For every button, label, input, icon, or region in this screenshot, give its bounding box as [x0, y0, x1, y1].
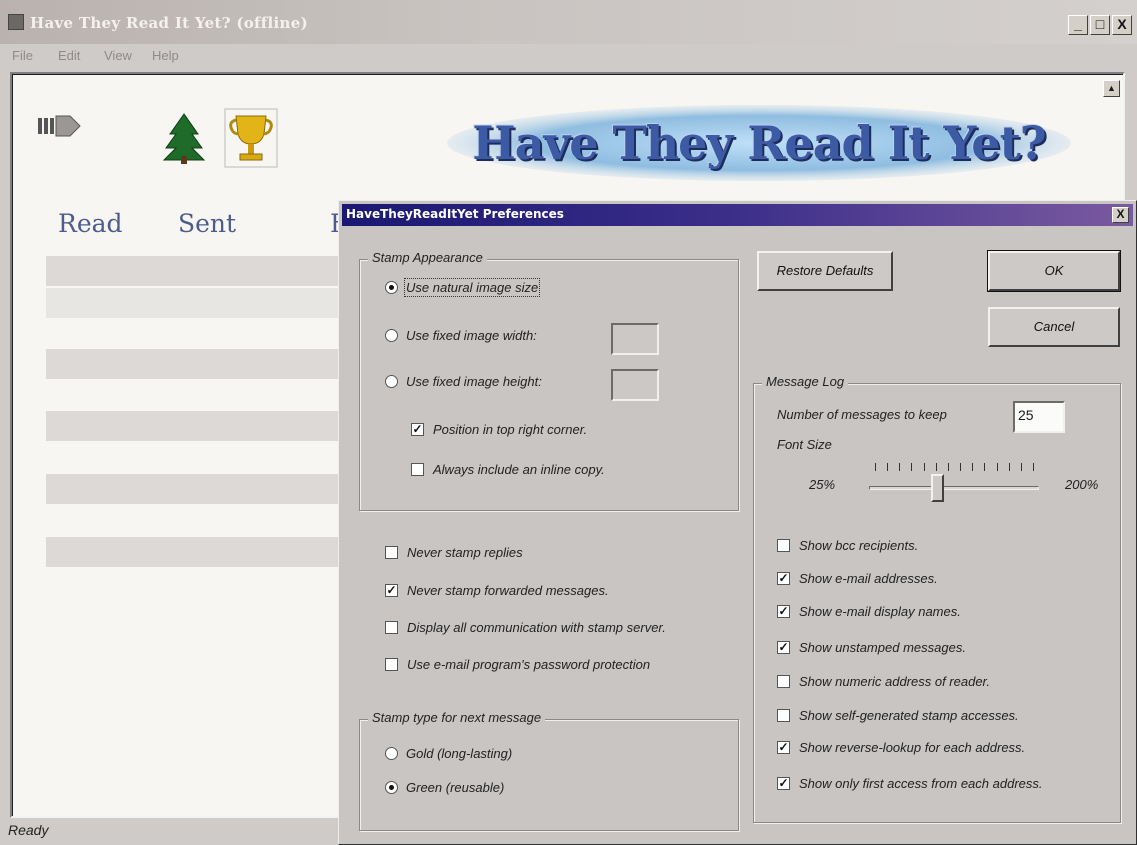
slider-tick: [1020, 463, 1022, 471]
empty-checkbox-icon[interactable]: [777, 675, 790, 689]
show-first-access-checkbox[interactable]: ✓ Show only first access from each addres…: [777, 775, 1043, 795]
list-row[interactable]: [46, 411, 346, 441]
cancel-button[interactable]: Cancel: [988, 307, 1120, 347]
password-protection-checkbox[interactable]: Use e-mail program's password protection: [385, 656, 650, 676]
radio-icon[interactable]: [385, 747, 398, 761]
menu-file[interactable]: File: [12, 48, 33, 63]
list-row[interactable]: [46, 256, 346, 286]
empty-checkbox-icon[interactable]: [777, 709, 790, 723]
slider-tick: [887, 463, 889, 471]
show-unstamped-checkbox[interactable]: ✓ Show unstamped messages.: [777, 639, 966, 659]
slider-tick: [911, 463, 913, 471]
menu-help[interactable]: Help: [152, 48, 179, 63]
slider-tick: [935, 463, 937, 471]
menu-bar: File Edit View Help: [0, 44, 1137, 70]
show-display-names-checkbox[interactable]: ✓ Show e-mail display names.: [777, 603, 961, 623]
fixed-width-input[interactable]: [611, 323, 659, 355]
minimize-button[interactable]: _: [1068, 15, 1088, 35]
slider-tick: [875, 463, 876, 471]
fixed-height-input[interactable]: [611, 369, 659, 401]
position-top-right-checkbox[interactable]: ✓ Position in top right corner.: [411, 421, 587, 441]
green-stamp-radio[interactable]: Green (reusable): [385, 779, 504, 799]
list-row[interactable]: [46, 474, 346, 504]
slider-tick: [1033, 463, 1034, 471]
ok-button[interactable]: OK: [987, 250, 1121, 292]
list-row[interactable]: [46, 537, 346, 567]
messages-to-keep-label: Number of messages to keep: [777, 407, 947, 422]
message-log-label: Message Log: [762, 374, 849, 389]
font-size-slider-thumb[interactable]: [931, 474, 944, 502]
empty-checkbox-icon[interactable]: [385, 621, 398, 635]
slider-tick: [899, 463, 901, 471]
font-size-max-label: 200%: [1065, 477, 1099, 492]
menu-edit[interactable]: Edit: [58, 48, 80, 63]
menu-view[interactable]: View: [104, 48, 132, 63]
maximize-button[interactable]: □: [1090, 15, 1110, 35]
empty-checkbox-icon[interactable]: [385, 546, 398, 560]
empty-checkbox-icon[interactable]: [777, 539, 790, 553]
preferences-dialog: HaveTheyReadItYet Preferences X Stamp Ap…: [338, 200, 1137, 845]
slider-tick: [1008, 463, 1010, 471]
show-self-generated-checkbox[interactable]: Show self-generated stamp accesses.: [777, 707, 1019, 727]
banner-title: Have They Read It Yet?: [472, 116, 1047, 170]
scroll-up-arrow[interactable]: ▲: [1103, 80, 1120, 97]
main-title-bar: Have They Read It Yet? (offline) _ □ X: [0, 0, 1137, 44]
messages-to-keep-input[interactable]: 25: [1013, 401, 1065, 433]
never-stamp-replies-checkbox[interactable]: Never stamp replies: [385, 544, 523, 564]
checkmark-icon[interactable]: ✓: [777, 641, 790, 655]
radio-icon[interactable]: [385, 329, 398, 343]
close-button[interactable]: X: [1112, 15, 1132, 35]
natural-size-radio[interactable]: Use natural image size: [385, 278, 541, 299]
never-stamp-forwarded-checkbox[interactable]: ✓ Never stamp forwarded messages.: [385, 582, 609, 602]
slider-tick: [947, 463, 949, 471]
dialog-title-bar: HaveTheyReadItYet Preferences X: [342, 204, 1133, 226]
app-icon[interactable]: [8, 14, 24, 30]
empty-checkbox-icon[interactable]: [385, 658, 398, 672]
column-sent-header[interactable]: Sent: [178, 209, 236, 238]
dialog-close-button[interactable]: X: [1112, 207, 1129, 223]
slider-tick: [996, 463, 998, 471]
stamp-type-group: Stamp type for next message: [359, 710, 739, 831]
show-numeric-address-checkbox[interactable]: Show numeric address of reader.: [777, 673, 990, 693]
radio-selected-icon[interactable]: [385, 281, 398, 295]
forward-arrow-icon[interactable]: [38, 112, 84, 140]
list-row[interactable]: [46, 288, 346, 318]
slider-tick: [923, 463, 925, 471]
show-email-addresses-checkbox[interactable]: ✓ Show e-mail addresses.: [777, 570, 938, 590]
stamp-appearance-label: Stamp Appearance: [368, 250, 487, 265]
checkmark-icon[interactable]: ✓: [777, 605, 790, 619]
list-row[interactable]: [46, 349, 346, 379]
slider-tick: [972, 463, 974, 471]
font-size-label: Font Size: [777, 437, 832, 452]
fixed-width-radio[interactable]: Use fixed image width:: [385, 327, 537, 347]
inline-copy-checkbox[interactable]: Always include an inline copy.: [411, 461, 605, 481]
checkmark-icon[interactable]: ✓: [777, 777, 790, 791]
empty-checkbox-icon[interactable]: [411, 463, 424, 477]
dialog-title: HaveTheyReadItYet Preferences: [346, 207, 564, 221]
show-bcc-checkbox[interactable]: Show bcc recipients.: [777, 537, 918, 557]
checkmark-icon[interactable]: ✓: [777, 572, 790, 586]
gold-trophy-icon[interactable]: [224, 108, 278, 168]
checkmark-icon[interactable]: ✓: [777, 741, 790, 755]
display-all-communication-checkbox[interactable]: Display all communication with stamp ser…: [385, 619, 666, 639]
slider-tick: [984, 463, 986, 471]
fixed-height-radio[interactable]: Use fixed image height:: [385, 373, 542, 393]
font-size-min-label: 25%: [809, 477, 836, 492]
stamp-type-label: Stamp type for next message: [368, 710, 546, 725]
status-text: Ready: [8, 822, 49, 838]
gold-stamp-radio[interactable]: Gold (long-lasting): [385, 745, 512, 765]
slider-tick: [960, 463, 962, 471]
font-size-slider[interactable]: [869, 486, 1039, 490]
checkmark-icon[interactable]: ✓: [411, 423, 424, 437]
show-reverse-lookup-checkbox[interactable]: ✓ Show reverse-lookup for each address.: [777, 739, 1025, 759]
checkmark-icon[interactable]: ✓: [385, 584, 398, 598]
green-tree-icon[interactable]: [162, 112, 206, 164]
restore-defaults-button[interactable]: Restore Defaults: [757, 251, 893, 291]
window-title: Have They Read It Yet? (offline): [30, 14, 308, 32]
radio-icon[interactable]: [385, 375, 398, 389]
radio-selected-icon[interactable]: [385, 781, 398, 795]
column-read-header[interactable]: Read: [58, 209, 123, 238]
